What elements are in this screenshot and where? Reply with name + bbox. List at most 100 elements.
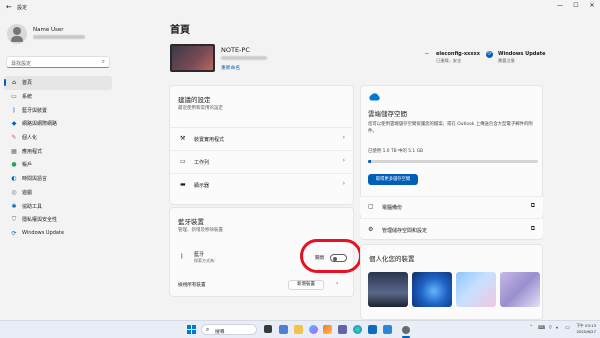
settings-app-icon[interactable]	[402, 325, 410, 334]
wifi-icon: ◆	[11, 120, 17, 128]
sidebar-item-label: Windows Update	[22, 230, 65, 237]
taskbar-search-label: 搜尋	[215, 329, 225, 335]
wallpaper-thumbnail[interactable]	[500, 272, 540, 307]
bluetooth-card-subtitle: 管理、新增及移除裝置	[178, 228, 223, 233]
user-name: Name User	[33, 27, 64, 33]
bluetooth-item-detail: 探索方式為：	[194, 258, 218, 263]
search-icon: ⌕	[101, 58, 105, 65]
rename-link[interactable]: 重新命名	[221, 64, 240, 71]
windows-start-icon[interactable]	[187, 325, 196, 334]
sidebar-item-gaming[interactable]: ◎ 遊戲	[4, 186, 112, 200]
sidebar-item-network[interactable]: ◆ 網路與網際網路	[4, 117, 112, 131]
search-input[interactable]: 尋找設定 ⌕	[6, 56, 110, 68]
cloud-row-pc-backup[interactable]: ▢ 電腦備份 ⧉	[360, 196, 543, 215]
sidebar-item-privacy[interactable]: ⛉ 隱私權與安全性	[4, 213, 112, 227]
wallpaper-thumbnail[interactable]	[368, 272, 408, 307]
battery-icon[interactable]: ▭	[565, 325, 570, 331]
task-view-icon[interactable]	[264, 325, 272, 333]
recommended-title: 建議的設定	[178, 96, 211, 104]
keyboard-icon[interactable]: ⌨	[538, 325, 545, 331]
edge-icon[interactable]	[353, 325, 362, 334]
sidebar-item-system[interactable]: ▭ 系統	[4, 90, 112, 104]
user-profile[interactable]: Name User	[7, 24, 117, 54]
avatar	[7, 24, 27, 44]
network-detail: 已連線，安全	[436, 58, 462, 63]
outlook-icon[interactable]	[368, 325, 377, 334]
wallpaper-thumbnail[interactable]	[412, 272, 452, 307]
sidebar-item-home[interactable]: ⌂ 首頁	[4, 76, 112, 90]
update-name: Windows Update	[498, 51, 546, 57]
sidebar-item-apps[interactable]: ▦ 應用程式	[4, 144, 112, 158]
store-icon[interactable]	[383, 325, 392, 334]
search-placeholder: 尋找設定	[11, 60, 32, 67]
sidebar-item-personalization[interactable]: ✎ 個人化	[4, 131, 112, 145]
chevron-right-icon: ›	[342, 180, 345, 187]
update-detail: 需要注意	[498, 58, 515, 63]
teams-icon[interactable]	[338, 325, 347, 334]
copilot-icon[interactable]	[309, 325, 318, 334]
back-arrow-icon[interactable]: ←	[6, 3, 12, 11]
maximize-icon[interactable]: ☐	[568, 0, 584, 14]
bluetooth-toggle[interactable]	[330, 254, 347, 262]
wifi-icon[interactable]: ⌔	[548, 325, 553, 331]
recommended-row-taskbar[interactable]: ▭ 工作列 ›	[170, 150, 353, 172]
network-name: eleconfig-xxxxx	[436, 51, 480, 57]
clock-time: 下午 03:13	[576, 323, 596, 328]
open-external-icon: ⧉	[530, 202, 535, 209]
cloud-description: 您可以使用雲端儲存空間保護您的檔案，或在 Outlook 上傳送包含大型電子郵件…	[368, 122, 533, 134]
gamepad-icon: ◎	[11, 188, 17, 196]
close-icon[interactable]: ✕	[584, 0, 600, 14]
display-icon: ▬	[180, 181, 186, 188]
minimize-icon[interactable]: —	[552, 0, 568, 14]
sidebar-item-windows-update[interactable]: ⟳ Windows Update	[4, 227, 112, 241]
bluetooth-icon: ᛒ	[12, 106, 16, 114]
paint-icon[interactable]	[323, 325, 332, 334]
brush-icon: ✎	[11, 134, 17, 142]
file-explorer-icon[interactable]	[294, 325, 303, 334]
sidebar-item-label: 系統	[22, 94, 33, 101]
recommended-row-display[interactable]: ▬ 顯示器 ›	[170, 173, 353, 195]
widgets-icon[interactable]	[279, 325, 288, 334]
bluetooth-card-title: 藍牙裝置	[178, 218, 204, 226]
window-title: 設定	[17, 5, 28, 11]
gear-icon: ⚙	[368, 226, 374, 233]
sidebar-item-accessibility[interactable]: ✱ 協助工具	[4, 199, 112, 213]
title-bar: ← 設定 — ☐ ✕	[0, 0, 600, 14]
globe-clock-icon: ◐	[11, 175, 17, 183]
clock[interactable]: 下午 03:13 2025/6/27	[574, 323, 596, 334]
sidebar-item-label: 隱私權與安全性	[22, 217, 58, 224]
device-name: NOTE-PC	[221, 46, 250, 54]
cloud-icon	[369, 93, 380, 101]
bluetooth-toggle-label: 關閉	[315, 256, 324, 261]
wifi-icon: ⌔	[424, 52, 430, 59]
taskbar-search-box[interactable]: ⌕ 搜尋	[201, 324, 257, 335]
sidebar-item-bluetooth[interactable]: ᛒ 藍牙與裝置	[4, 103, 112, 117]
get-more-storage-button[interactable]: 取得更多儲存空間	[368, 174, 418, 185]
open-external-icon: ⧉	[530, 225, 535, 232]
volume-icon[interactable]: 🔈︎	[556, 325, 559, 331]
row-label: 電腦備份	[382, 205, 403, 211]
chevron-right-icon[interactable]: ›	[336, 280, 338, 287]
shield-icon: ⛉	[11, 215, 17, 223]
person-icon: ●	[11, 161, 17, 169]
cloud-row-manage-storage[interactable]: ⚙ 管理儲存空間和設定 ⧉	[360, 218, 543, 239]
recommended-subtitle: 最近使用和常用的設定	[178, 106, 223, 111]
chevron-right-icon: ›	[342, 134, 345, 141]
wallpaper-thumbnail[interactable]	[456, 272, 496, 307]
bluetooth-item-title: 藍牙	[194, 252, 205, 258]
add-device-button[interactable]: 新增裝置	[288, 280, 324, 290]
sidebar-item-accounts[interactable]: ● 帳戶	[4, 158, 112, 172]
row-label: 裝置實用程式	[194, 137, 225, 143]
apps-icon: ▦	[11, 147, 17, 155]
clock-date: 2025/6/27	[576, 328, 596, 334]
tools-icon: ⚒	[180, 135, 186, 142]
chevron-up-icon[interactable]: ˄	[530, 325, 533, 331]
row-label: 工作列	[194, 160, 210, 166]
active-app-indicator	[402, 336, 410, 338]
sidebar-item-label: 遊戲	[22, 189, 33, 196]
sidebar-item-time-language[interactable]: ◐ 時間與語言	[4, 172, 112, 186]
sidebar-item-label: 應用程式	[22, 148, 43, 155]
sidebar: Name User 尋找設定 ⌕ ⌂ 首頁 ▭ 系統 ᛒ 藍牙與裝置 ◆ 網路與…	[0, 14, 120, 320]
view-all-devices-label[interactable]: 檢視所有裝置	[178, 282, 206, 288]
recommended-row-device-utility[interactable]: ⚒ 裝置實用程式 ›	[170, 127, 353, 149]
